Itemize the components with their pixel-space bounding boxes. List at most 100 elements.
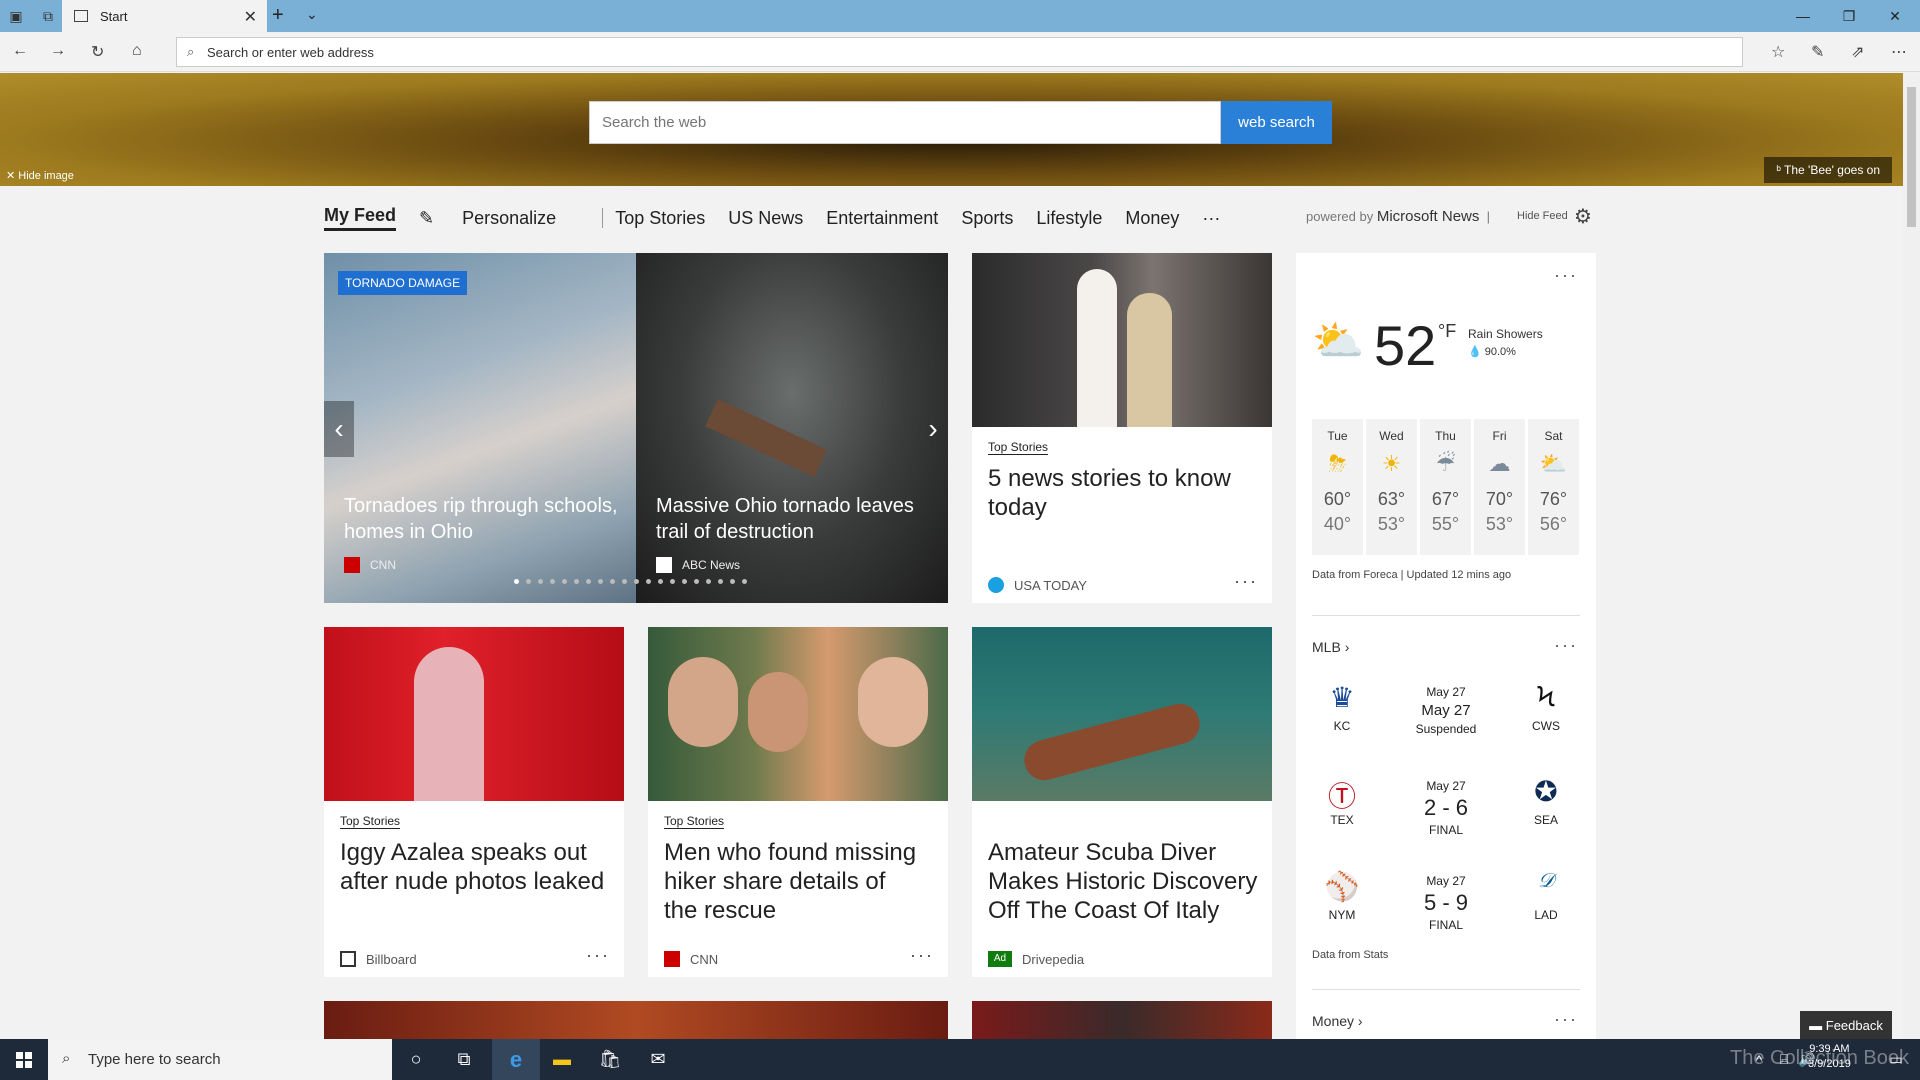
tab-my-feed[interactable]: My Feed [324,205,397,231]
card-headline[interactable]: Amateur Scuba Diver Makes Historic Disco… [988,838,1258,925]
news-card[interactable] [972,1001,1272,1039]
tab-sports[interactable]: Sports [961,208,1013,229]
game-info[interactable]: May 27 2 - 6 FINAL [1376,779,1516,837]
weather-more-icon[interactable]: ··· [1554,265,1578,286]
money-header-link[interactable]: Money › [1312,1013,1363,1029]
tab-more[interactable]: ··· [1202,208,1220,229]
task-view-icon[interactable]: ⧉ [440,1039,488,1080]
game-info[interactable]: May 27 5 - 9 FINAL [1376,874,1516,932]
carousel-dot[interactable] [670,579,675,584]
team-home[interactable]: ✪ SEA [1516,775,1576,827]
gear-icon[interactable]: ⚙ [1574,204,1592,229]
carousel-dot[interactable] [682,579,687,584]
edge-browser-icon[interactable]: e [492,1039,540,1080]
carousel-slide[interactable]: Tornadoes rip through schools, homes in … [324,253,636,603]
team-away[interactable]: ♛ KC [1312,681,1372,733]
refresh-icon[interactable]: ↻ [91,42,104,62]
card-headline[interactable]: 5 news stories to know today [988,464,1248,522]
card-tag[interactable]: Top Stories [340,814,401,829]
forward-icon[interactable]: → [50,42,66,60]
favorites-icon[interactable]: ☆ [1771,42,1785,62]
carousel-dot[interactable] [574,579,579,584]
carousel-dot[interactable] [658,579,663,584]
mlb-header-link[interactable]: MLB › [1312,639,1349,655]
carousel-dot[interactable] [526,579,531,584]
close-window-button[interactable]: ✕ [1872,0,1918,32]
team-away[interactable]: Ⓣ TEX [1312,775,1372,827]
carousel-dot[interactable] [586,579,591,584]
carousel-next-arrow-icon[interactable]: › [918,401,948,457]
tab-personalize[interactable]: ✎ Personalize [419,208,579,229]
minimize-button[interactable]: — [1780,0,1826,32]
team-home[interactable]: Ϟ CWS [1516,681,1576,733]
close-tab-icon[interactable]: ✕ [244,7,257,27]
carousel-dot[interactable] [694,579,699,584]
carousel-dot[interactable] [622,579,627,584]
temperature-unit[interactable]: °F [1438,321,1456,342]
tab-money[interactable]: Money [1125,208,1179,229]
team-home[interactable]: 𝒟 LAD [1516,870,1576,922]
tab-entertainment[interactable]: Entertainment [826,208,938,229]
store-icon[interactable]: 🛍 [586,1039,634,1080]
more-options-icon[interactable]: ··· [910,945,934,966]
more-options-icon[interactable]: ··· [586,945,610,966]
feedback-button[interactable]: ▬ Feedback [1800,1011,1892,1039]
news-card[interactable] [324,1001,948,1039]
pen-icon[interactable]: ✎ [1811,42,1824,62]
carousel-dot[interactable] [706,579,711,584]
carousel-dot[interactable] [646,579,651,584]
powered-brand[interactable]: Microsoft News [1377,208,1480,225]
tab-us-news[interactable]: US News [728,208,803,229]
more-menu-icon[interactable]: ⋯ [1891,42,1907,62]
card-headline[interactable]: Iggy Azalea speaks out after nude photos… [340,838,610,896]
game-info[interactable]: May 27 May 27 Suspended [1376,685,1516,736]
carousel-dot[interactable] [634,579,639,584]
new-tab-button[interactable]: + [272,4,284,27]
web-search-button[interactable]: web search [1221,101,1332,144]
carousel-dot[interactable] [610,579,615,584]
team-away[interactable]: ⚾ NYM [1312,870,1372,922]
news-card[interactable]: Amateur Scuba Diver Makes Historic Disco… [972,627,1272,977]
forecast-day[interactable]: Tue ⛈ 60° 40° [1312,419,1363,555]
slide-headline[interactable]: Tornadoes rip through schools, homes in … [344,493,624,545]
carousel-dot[interactable] [538,579,543,584]
card-headline[interactable]: Men who found missing hiker share detail… [664,838,924,925]
cortana-icon[interactable]: ○ [392,1039,440,1080]
web-search-input[interactable] [589,101,1221,144]
tab-top-stories[interactable]: Top Stories [615,208,705,229]
carousel-dot[interactable] [718,579,723,584]
slide-headline[interactable]: Massive Ohio tornado leaves trail of des… [656,493,936,545]
news-card[interactable]: Top Stories 5 news stories to know today… [972,253,1272,603]
address-bar[interactable]: ⌕ Search or enter web address [176,37,1743,67]
carousel-dot[interactable] [598,579,603,584]
back-icon[interactable]: ← [12,42,28,60]
carousel-dot[interactable] [550,579,555,584]
home-icon[interactable]: ⌂ [132,42,142,60]
restore-button[interactable]: ❐ [1826,0,1872,32]
hide-feed-link[interactable]: Hide Feed [1517,210,1568,222]
file-explorer-icon[interactable]: ▬ [538,1039,586,1080]
carousel-dot[interactable] [742,579,747,584]
set-aside-tabs-icon[interactable]: ⧉ [32,0,64,32]
tab-preview-chevron-icon[interactable]: ⌄ [306,6,318,23]
tab-start[interactable]: Start ✕ [62,0,267,32]
tab-manager-icon[interactable]: ▣ [0,0,32,32]
card-tag[interactable]: Top Stories [664,814,725,829]
carousel-dot[interactable] [514,579,519,584]
more-options-icon[interactable]: ··· [1234,571,1258,592]
forecast-day[interactable]: Wed ☀ 63° 53° [1366,419,1417,555]
tab-lifestyle[interactable]: Lifestyle [1036,208,1102,229]
forecast-day[interactable]: Thu ☔ 67° 55° [1420,419,1471,555]
news-card[interactable]: Top Stories Iggy Azalea speaks out after… [324,627,624,977]
share-icon[interactable]: ⇗ [1851,42,1864,62]
carousel-prev-arrow-icon[interactable]: ‹ [324,401,354,457]
taskbar-search-box[interactable]: ⌕ Type here to search [48,1039,392,1080]
hide-image-link[interactable]: ✕ Hide image [6,169,74,182]
mail-icon[interactable]: ✉ [634,1039,682,1080]
start-button[interactable] [0,1039,48,1080]
carousel-dot[interactable] [562,579,567,584]
forecast-day[interactable]: Sat ⛅ 76° 56° [1528,419,1579,555]
image-caption[interactable]: ᵇ The 'Bee' goes on [1764,157,1892,183]
scroll-thumb[interactable] [1907,87,1916,227]
news-carousel[interactable]: Tornadoes rip through schools, homes in … [324,253,948,603]
